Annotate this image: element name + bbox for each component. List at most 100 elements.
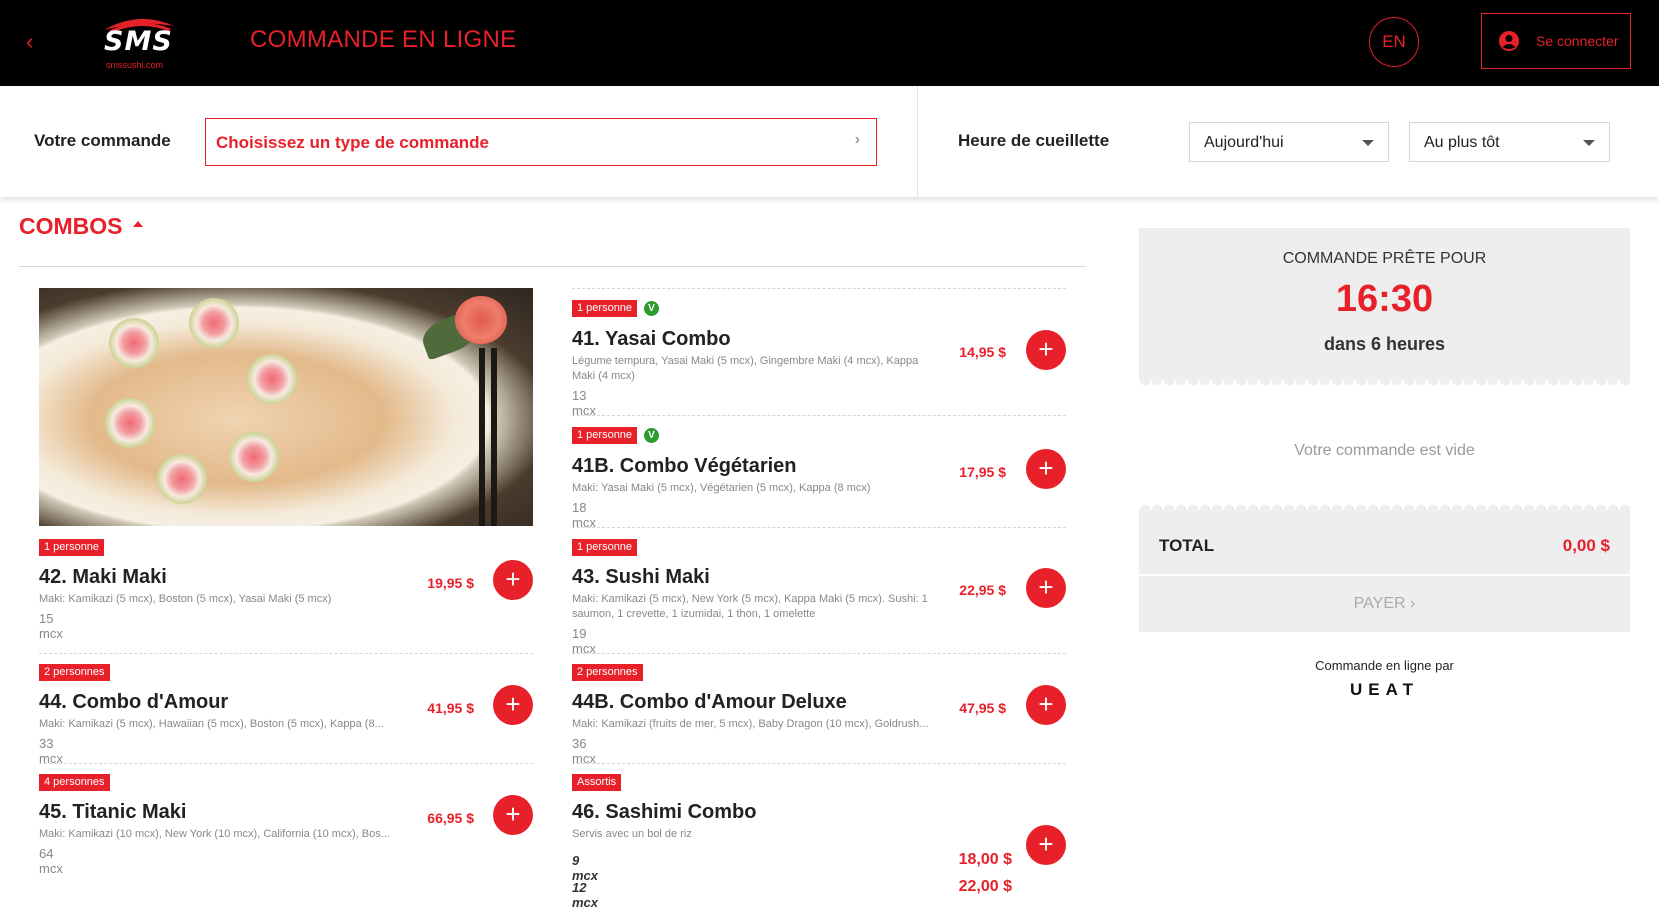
logo-text: SMS — [104, 26, 173, 57]
serving-badge: 1 personne — [572, 427, 638, 444]
serving-badge: 1 personne — [39, 539, 105, 556]
ready-label: COMMANDE PRÊTE POUR — [1282, 250, 1487, 267]
login-label: Se connecter — [1536, 33, 1619, 49]
ticket-edge — [1139, 380, 1630, 386]
order-options-bar: Votre commande Choisissez un type de com… — [0, 86, 1659, 197]
item-price: 14,95 $ — [959, 344, 1006, 360]
powered-by-label: Commande en ligne par — [1315, 658, 1454, 673]
add-to-cart-button[interactable]: + — [493, 560, 533, 600]
chopstick — [479, 348, 485, 526]
chopstick — [491, 348, 497, 526]
item-price: 17,95 $ — [959, 464, 1006, 480]
back-arrow-icon[interactable]: ‹ — [26, 28, 50, 56]
item-piece-count: 15 mcx — [39, 611, 63, 641]
garnish-rose — [455, 296, 507, 344]
variant-label: 9 mcx — [572, 853, 599, 883]
item-name[interactable]: 42. Maki Maki — [39, 566, 167, 589]
item-divider — [572, 415, 1066, 416]
order-type-placeholder: Choisissez un type de commande — [216, 133, 490, 152]
add-to-cart-button[interactable]: + — [1026, 685, 1066, 725]
serving-badge: 1 personne — [572, 539, 638, 556]
serving-badge: 2 personnes — [39, 664, 110, 681]
item-description: Maki: Kamikazi (10 mcx), New York (10 mc… — [39, 828, 390, 840]
maki-roll — [229, 432, 279, 482]
section-title: COMBOS — [19, 213, 123, 239]
maki-roll — [189, 298, 239, 348]
login-button[interactable]: Se connecter — [1481, 13, 1631, 69]
item-divider — [572, 527, 1066, 528]
item-piece-count: 64 mcx — [39, 846, 63, 876]
variant-price: 18,00 $ — [958, 851, 1012, 868]
item-divider — [572, 763, 1066, 764]
pickup-day-value: Aujourd'hui — [1204, 134, 1284, 151]
item-name[interactable]: 43. Sushi Maki — [572, 566, 710, 589]
item-price: 22,95 $ — [959, 582, 1006, 598]
ueat-logo[interactable]: UEAT — [1139, 680, 1630, 700]
sms-logo[interactable]: SMS smssushi.com — [100, 12, 178, 72]
pickup-day-dropdown[interactable]: Aujourd'hui — [1189, 122, 1389, 162]
item-price: 66,95 $ — [427, 810, 474, 826]
serving-badge: 2 personnes — [572, 664, 643, 681]
ready-time: 16:30 — [1335, 278, 1434, 320]
chevron-right-icon: › — [854, 131, 860, 148]
item-name[interactable]: 41. Yasai Combo — [572, 328, 731, 351]
item-price: 47,95 $ — [959, 700, 1006, 716]
caret-down-icon — [1583, 140, 1595, 146]
item-piece-count: 33 mcx — [39, 736, 63, 766]
maki-roll — [157, 454, 207, 504]
pay-button[interactable]: PAYER › — [1139, 576, 1630, 632]
item-name[interactable]: 41B. Combo Végétarien — [572, 455, 797, 478]
caret-down-icon — [1362, 140, 1374, 146]
section-toggle-combos[interactable]: COMBOS — [19, 213, 143, 240]
item-piece-count: 36 mcx — [572, 736, 596, 766]
page-title: COMMANDE EN LIGNE — [250, 26, 517, 53]
item-description: Maki: Kamikazi (5 mcx), Boston (5 mcx), … — [39, 593, 332, 605]
maki-roll — [105, 398, 155, 448]
add-to-cart-button[interactable]: + — [493, 685, 533, 725]
order-type-select[interactable]: Choisissez un type de commande › — [205, 118, 877, 166]
total-row: TOTAL 0,00 $ — [1139, 504, 1630, 574]
logo-url: smssushi.com — [106, 60, 164, 70]
total-value: 0,00 $ — [1562, 536, 1610, 555]
item-description: Servis avec un bol de riz — [572, 828, 692, 840]
item-divider — [572, 653, 1066, 654]
pickup-time-label: Heure de cueillette — [958, 131, 1110, 150]
caret-up-icon — [132, 220, 143, 227]
add-to-cart-button[interactable]: + — [1026, 568, 1066, 608]
item-price: 41,95 $ — [427, 700, 474, 716]
maki-roll — [109, 318, 159, 368]
language-toggle-button[interactable]: EN — [1369, 17, 1419, 67]
serving-badge: 4 personnes — [39, 774, 110, 791]
serving-badge: 1 personne — [572, 300, 638, 317]
top-navigation-bar: ‹ SMS smssushi.com COMMANDE EN LIGNE EN … — [0, 0, 1659, 86]
ready-eta: dans 6 heures — [1323, 334, 1446, 354]
item-piece-count: 13 mcx — [572, 388, 596, 418]
variant-label: 12 mcx — [572, 880, 599, 910]
item-description: Maki: Yasai Maki (5 mcx), Végétarien (5 … — [572, 482, 871, 494]
item-description: Maki: Kamikazi (5 mcx), New York (5 mcx)… — [572, 593, 928, 620]
add-to-cart-button[interactable]: + — [1026, 825, 1066, 865]
item-name[interactable]: 46. Sashimi Combo — [572, 801, 757, 824]
variant-price: 22,00 $ — [958, 878, 1012, 895]
item-name[interactable]: 44. Combo d'Amour — [39, 691, 228, 714]
serving-badge: Assortis — [572, 774, 622, 791]
add-to-cart-button[interactable]: + — [1026, 330, 1066, 370]
item-name[interactable]: 45. Titanic Maki — [39, 801, 186, 824]
vegetarian-icon: V — [644, 428, 659, 443]
add-to-cart-button[interactable]: + — [1026, 449, 1066, 489]
ready-time-box: COMMANDE PRÊTE POUR 16:30 dans 6 heures — [1139, 228, 1630, 386]
item-description: Maki: Kamikazi (5 mcx), Hawaiian (5 mcx)… — [39, 718, 384, 730]
item-description: Légume tempura, Yasai Maki (5 mcx), Ging… — [572, 355, 919, 382]
item-description: Maki: Kamikazi (fruits de mer, 5 mcx), B… — [572, 718, 929, 730]
item-divider — [39, 653, 533, 654]
maki-roll — [247, 354, 297, 404]
item-name[interactable]: 44B. Combo d'Amour Deluxe — [572, 691, 847, 714]
empty-cart-message: Votre commande est vide — [1294, 442, 1475, 459]
add-to-cart-button[interactable]: + — [493, 795, 533, 835]
combo-photo — [39, 288, 533, 526]
ticket-edge — [1139, 504, 1630, 510]
pickup-time-dropdown[interactable]: Au plus tôt — [1409, 122, 1610, 162]
item-divider — [572, 288, 1066, 289]
section-divider — [19, 266, 1086, 267]
item-price: 19,95 $ — [427, 575, 474, 591]
